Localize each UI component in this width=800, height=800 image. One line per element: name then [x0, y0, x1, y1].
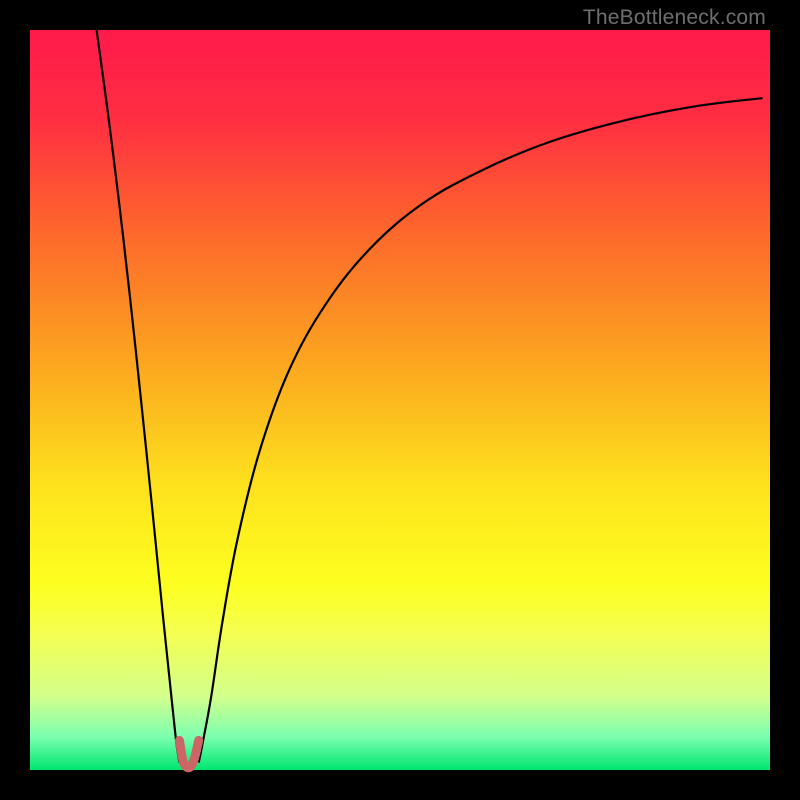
left-branch-curve — [97, 30, 180, 763]
valley-mark-curve — [179, 740, 198, 767]
attribution-label: TheBottleneck.com — [583, 6, 766, 30]
curve-layer — [30, 30, 770, 770]
chart-frame: TheBottleneck.com — [0, 0, 800, 800]
right-branch-curve — [199, 98, 763, 763]
plot-area — [30, 30, 770, 770]
